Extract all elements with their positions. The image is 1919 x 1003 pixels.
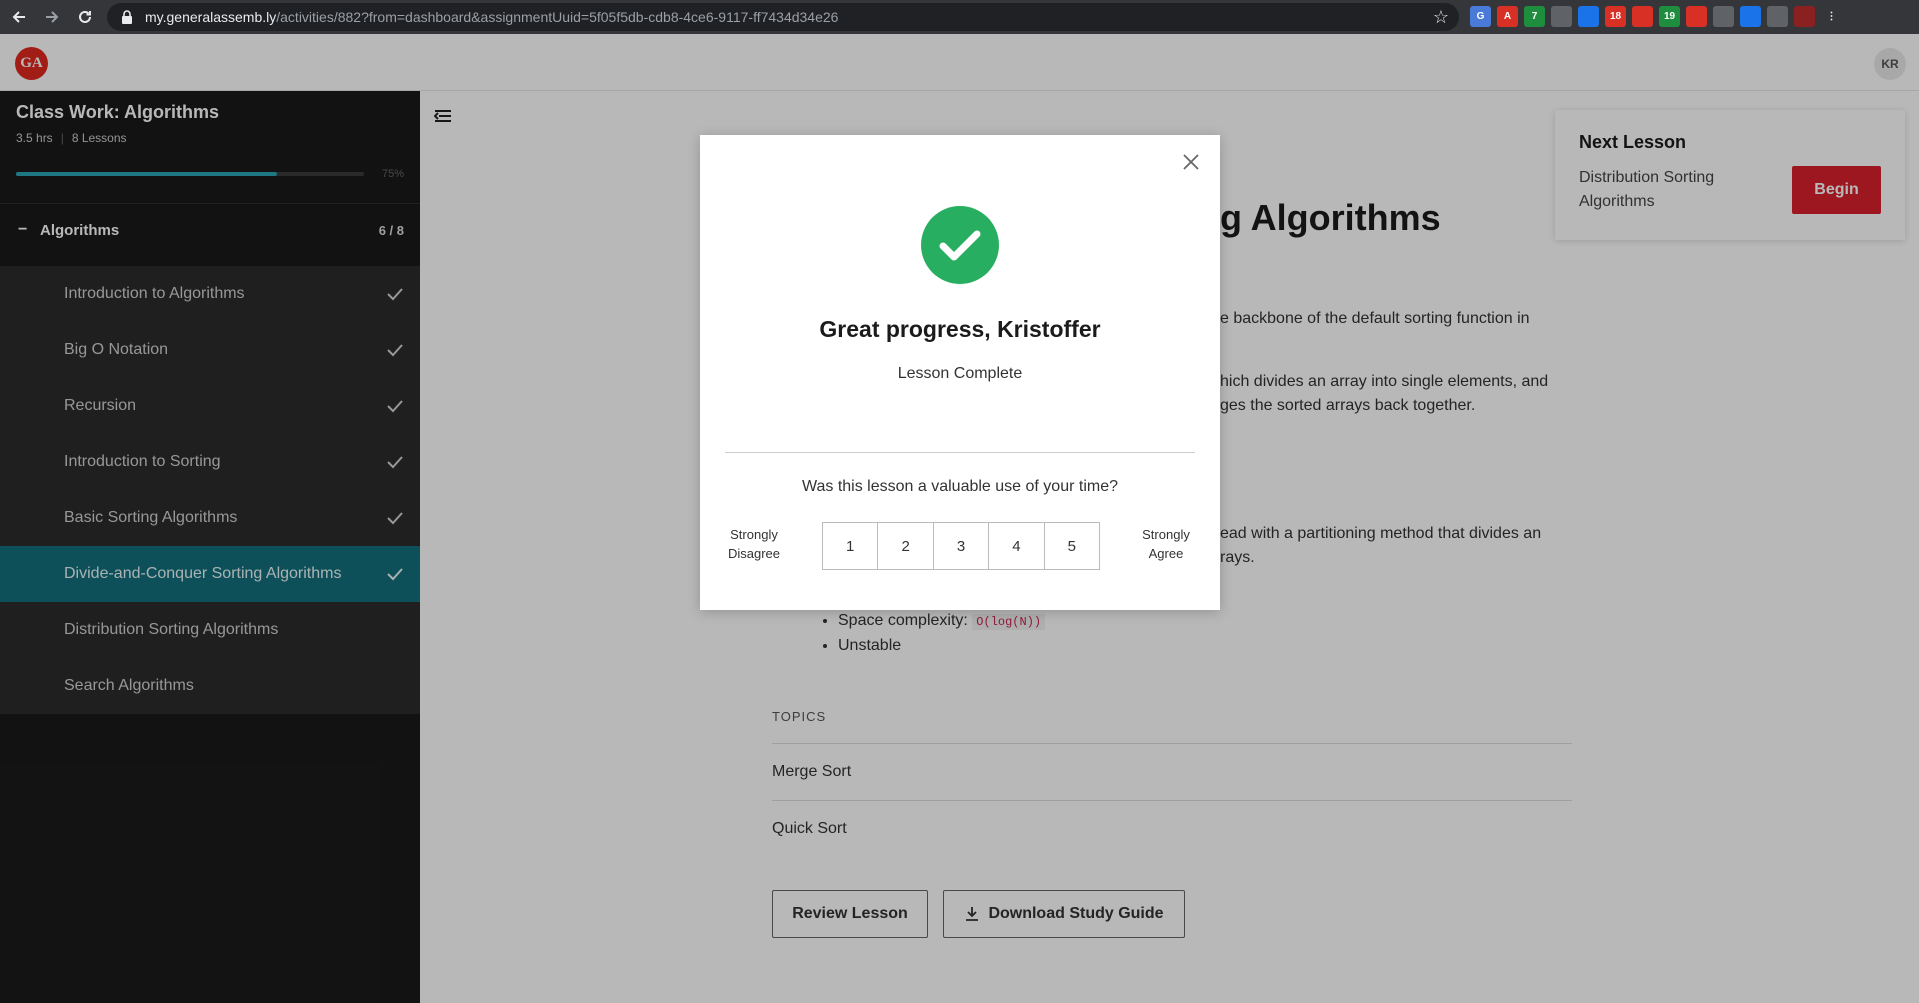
back-icon[interactable] bbox=[5, 3, 33, 31]
pdf-icon[interactable]: A bbox=[1497, 6, 1518, 27]
rating-option-4[interactable]: 4 bbox=[989, 523, 1045, 569]
lock-icon bbox=[122, 10, 132, 24]
address-bar[interactable]: my.generalassemb.ly/activities/882?from=… bbox=[107, 3, 1459, 31]
reload-icon[interactable] bbox=[71, 3, 99, 31]
stop-extension-icon[interactable] bbox=[1632, 6, 1653, 27]
extension-tray: G A 7 18 19 ⋮ bbox=[1470, 6, 1842, 27]
url-text: my.generalassemb.ly/activities/882?from=… bbox=[145, 9, 839, 25]
pen-tool-icon[interactable] bbox=[1551, 6, 1572, 27]
puzzle-icon[interactable] bbox=[1767, 6, 1788, 27]
react-devtools-icon[interactable] bbox=[1740, 6, 1761, 27]
modal-subtitle: Lesson Complete bbox=[897, 365, 1023, 382]
lesson-complete-modal: Great progress, Kristoffer Lesson Comple… bbox=[700, 135, 1220, 610]
divider bbox=[725, 452, 1195, 453]
adblock-icon[interactable]: 18 bbox=[1605, 6, 1626, 27]
rating-label-disagree: Strongly Disagree bbox=[727, 527, 781, 561]
rating-option-3[interactable]: 3 bbox=[934, 523, 990, 569]
layers-extension-icon[interactable] bbox=[1713, 6, 1734, 27]
rating-option-1[interactable]: 1 bbox=[823, 523, 879, 569]
modal-title: Great progress, Kristoffer bbox=[819, 316, 1101, 342]
browser-toolbar: my.generalassemb.ly/activities/882?from=… bbox=[0, 0, 1919, 34]
rating-option-2[interactable]: 2 bbox=[878, 523, 934, 569]
profile-avatar-icon[interactable] bbox=[1794, 6, 1815, 27]
bookmark-star-icon[interactable]: ☆ bbox=[1433, 7, 1449, 28]
rating-question: Was this lesson a valuable use of your t… bbox=[801, 478, 1118, 495]
check-circle-icon bbox=[921, 206, 999, 284]
forward-icon[interactable] bbox=[38, 3, 66, 31]
lastpass-icon[interactable] bbox=[1686, 6, 1707, 27]
kebab-menu-icon[interactable]: ⋮ bbox=[1821, 6, 1842, 27]
rating-label-agree: Strongly Agree bbox=[1142, 527, 1190, 561]
send-extension-icon[interactable] bbox=[1578, 6, 1599, 27]
chat-extension-icon[interactable]: 19 bbox=[1659, 6, 1680, 27]
rating-scale: 12345 bbox=[822, 522, 1100, 570]
close-icon[interactable] bbox=[1181, 152, 1201, 172]
rating-option-5[interactable]: 5 bbox=[1045, 523, 1099, 569]
google-translate-icon[interactable]: G bbox=[1470, 6, 1491, 27]
phone-extension-icon[interactable]: 7 bbox=[1524, 6, 1545, 27]
